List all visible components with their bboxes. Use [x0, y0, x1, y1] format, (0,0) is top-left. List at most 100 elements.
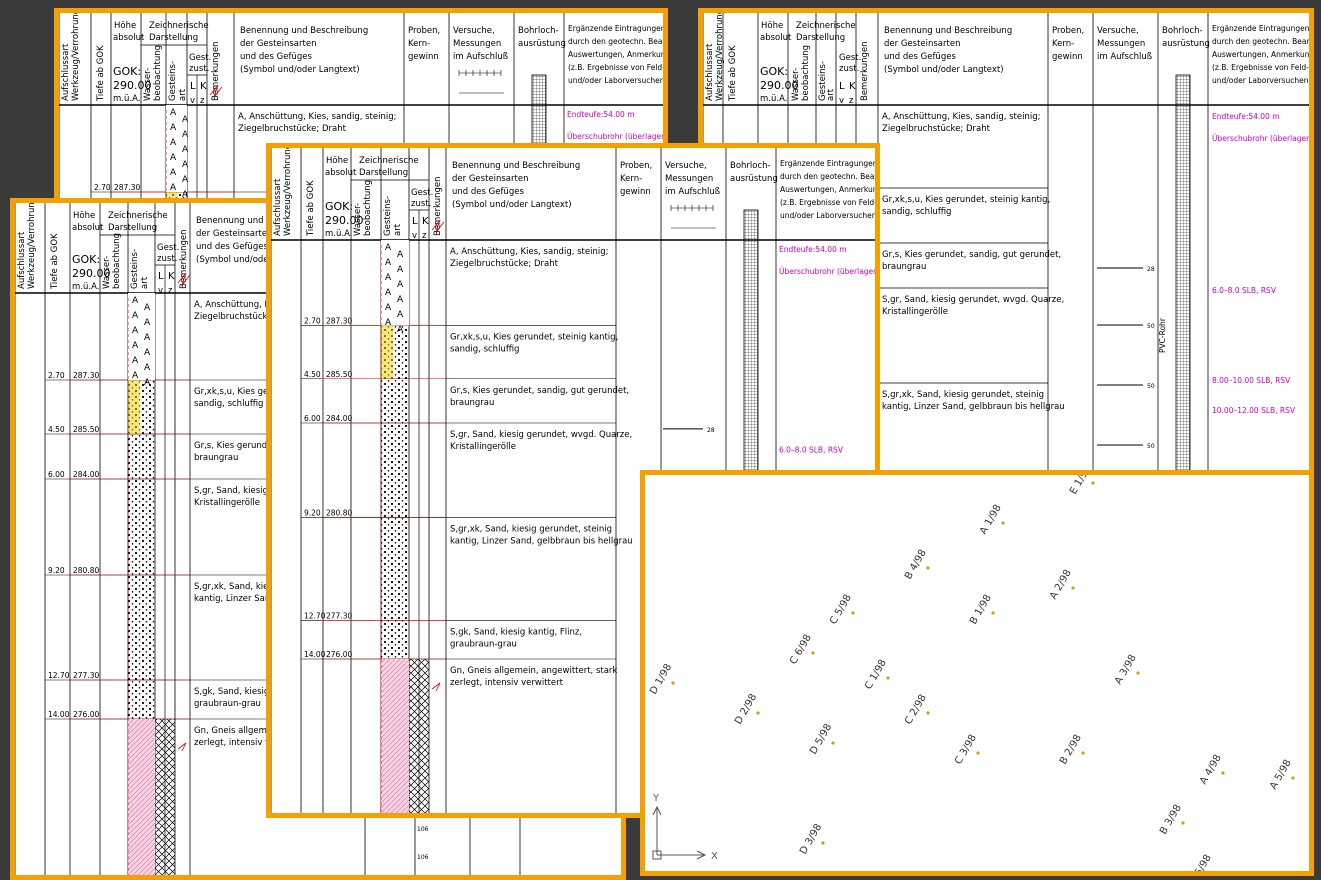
header-proben: gewinn [1052, 52, 1083, 62]
borehole-point: B 3/98 [1158, 803, 1184, 837]
height-label: 284.00 [326, 414, 352, 423]
point-label: C 3/98 [953, 733, 979, 767]
layer-description: kantig, Linzer Sand, gelbbraun bis hellg… [450, 536, 633, 546]
header-tiefe: Tiefe ab GOK [96, 45, 106, 102]
layer-description: braungrau [450, 398, 494, 408]
point-label: A 4/98 [1198, 753, 1224, 787]
lith-yellow [381, 325, 393, 379]
note-ueberschub: Überschubrohr (überlagerung) [567, 132, 663, 141]
lith-symbol: A [397, 250, 404, 260]
note-slb: 6.0–8.0 SLB, RSV [779, 446, 844, 455]
header-z: z [168, 286, 173, 296]
header-absolut: absolut [760, 33, 792, 43]
height-label: 284.00 [73, 470, 99, 479]
header-art: art [178, 88, 188, 101]
header-versuche: im Aufschluß [1097, 52, 1152, 62]
lith-symbol: A [397, 310, 404, 320]
header-absolut: absolut [325, 168, 357, 178]
layer-description: A, Anschüttung, Kies, sandig, steinig; [238, 112, 396, 122]
header-versuche: Messungen [453, 39, 501, 49]
header-k: K [168, 271, 175, 282]
point-label: D 3/98 [798, 822, 824, 856]
point-marker [926, 711, 930, 715]
lith-symbol: A [397, 280, 404, 290]
header-benennung: der Gesteinsarten [196, 229, 272, 239]
lith-gneiss [381, 659, 409, 813]
header-wasser: Wasser- [143, 68, 153, 101]
axis-y-label: Y [652, 793, 660, 804]
layer-description: sandig, schluffig [194, 399, 263, 409]
header-ergaenzende: durch den geotechn. Bearb. [568, 37, 663, 46]
point-marker [1221, 771, 1225, 775]
layer-description: Gr,xk,s,u, Kies gerundet, steinig kantig… [450, 333, 618, 343]
borehole-point: B 1/98 [968, 593, 994, 627]
lith-symbol: A [385, 258, 392, 268]
point-label: D 1/98 [648, 662, 674, 696]
header-art: art [393, 223, 403, 236]
borehole-point: B 4/98 [903, 548, 929, 582]
depth-label: 14.00 [48, 710, 70, 719]
header-werkzeug: Werkzeug/Verrohrung [27, 203, 37, 289]
header-wasser: Wasser- [791, 68, 801, 101]
lith-fill [381, 620, 409, 659]
axis-x-label: X [711, 851, 718, 862]
point-marker [1001, 521, 1005, 525]
header-aufschlussart: Aufschlussart [273, 178, 283, 236]
header-beobachtung: beobachtung [112, 233, 122, 289]
header-k: K [849, 81, 856, 92]
lith-symbol: A [182, 115, 189, 125]
layer-description: A, Anschüttung, Kies, sandig, steinig; [450, 247, 608, 257]
header-ergaenzende: und/oder Laborversuchen) [1212, 76, 1309, 85]
header-benennung: der Gesteinsarten [884, 39, 960, 49]
header-ergaenzende: (z.B. Ergebnisse von Feld- [1212, 63, 1309, 72]
lith-symbol: A [397, 295, 404, 305]
header-k: K [200, 81, 207, 92]
height-label: 285.50 [326, 370, 352, 379]
header-gok-unit: m.ü.A. [325, 229, 352, 239]
height-label: 277.30 [326, 612, 352, 621]
header-zeichnerische: Zeichnerische [149, 21, 209, 31]
header-darstellung: Darstellung [108, 223, 157, 233]
point-label: A 5/98 [1268, 758, 1294, 792]
lith-symbol: A [144, 303, 151, 313]
versuch-value: 28 [707, 427, 715, 434]
layer-description: kantig, Linzer Sand, gelbbraun bis hellg… [882, 402, 1065, 412]
layer-description: S,gr, Sand, kiesig gerundet, wvgd. Quarz… [882, 295, 1064, 305]
depth-label: 9.20 [304, 508, 321, 517]
header-versuche: Versuche, [1097, 26, 1139, 36]
point-marker [756, 711, 760, 715]
header-beobachtung: beobachtung [363, 180, 373, 236]
header-gest: Gest. [157, 243, 179, 253]
header-hoehe: Höhe [761, 21, 783, 31]
layer-description: sandig, schluffig [882, 207, 951, 217]
layer-description: braungrau [194, 453, 238, 463]
header-versuche: Messungen [665, 174, 713, 184]
header-benennung: (Symbol und/oder Langtext) [240, 65, 360, 75]
header-aufschlussart: Aufschlussart [61, 43, 71, 101]
header-ergaenzende: Auswertungen, Anmerkungen [568, 50, 663, 59]
layer-description: graubraun-grau [194, 699, 261, 709]
point-marker [851, 611, 855, 615]
lith-symbol: A [385, 273, 392, 283]
header-zust: zust. [411, 199, 431, 209]
point-marker [1136, 671, 1140, 675]
point-label: B 3/98 [1158, 803, 1184, 837]
point-marker [1081, 751, 1085, 755]
header-werkzeug: Werkzeug/Verrohrung [71, 13, 81, 101]
point-label: B 5/98 [1188, 853, 1214, 871]
depth-label: 14.00 [304, 650, 326, 659]
header-benennung: und des Gefüges [196, 242, 268, 252]
header-z: z [200, 96, 205, 106]
versuch-value: 28 [1147, 266, 1155, 273]
header-benennung: (Symbol und/oder Langtext) [884, 65, 1004, 75]
lith-symbol: A [144, 333, 151, 343]
layer-description: Ziegelbruchstücke; Draht [238, 124, 347, 134]
depth-label: 2.70 [304, 317, 321, 326]
depth-label: 12.70 [304, 612, 326, 621]
layer-description: graubraun-grau [450, 640, 517, 650]
height-label: 287.30 [114, 183, 140, 192]
lith-fill [381, 378, 409, 621]
borehole-point: D 5/98 [808, 722, 834, 756]
borehole-point: A 3/98 [1113, 653, 1139, 687]
header-benennung: Benennung und Beschreibung [240, 26, 368, 36]
